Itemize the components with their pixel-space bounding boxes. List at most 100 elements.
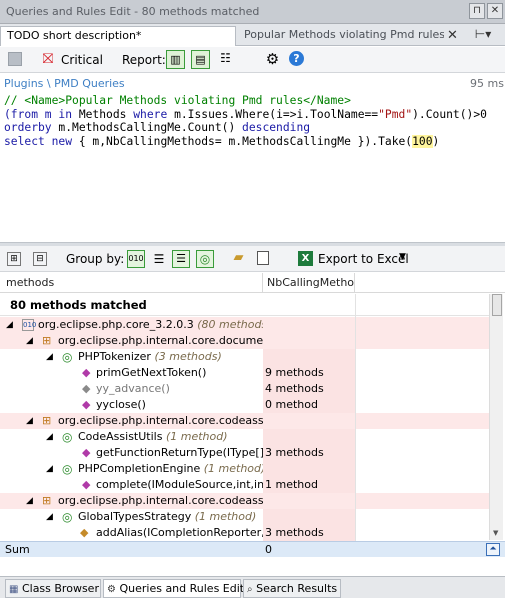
scrollbar-thumb[interactable] (492, 294, 502, 316)
column-header-methods[interactable]: methods (0, 273, 263, 293)
expanded-arrow-icon[interactable]: ◢ (26, 336, 33, 346)
group-by-method-icon[interactable]: ◎ (196, 250, 214, 268)
row-label: CodeAssistUtils (78, 430, 163, 443)
code-line-3: orderby m.MethodsCallingMe.Count() desce… (4, 121, 311, 134)
method-icon: ◆ (82, 366, 91, 379)
tree-row-namespace[interactable]: ◢ ⊞ org.eclipse.php.internal.core.docume… (0, 333, 490, 349)
pin-icon[interactable]: ⊓ (469, 3, 485, 19)
chevron-down-icon[interactable]: ▼ (399, 252, 406, 262)
group-by-type-icon[interactable]: ☰ (172, 250, 190, 268)
method-icon: ◆ (82, 398, 91, 411)
tree-row-type[interactable]: ◢ ◎ CodeAssistUtils (1 method) (0, 429, 490, 445)
class-icon: ◎ (62, 430, 73, 444)
bottom-tab-bar: ▦ Class Browser ⚙ Queries and Rules Edit… (0, 576, 505, 598)
expanded-arrow-icon[interactable]: ◢ (26, 416, 33, 426)
row-meta: (3 methods) (154, 350, 222, 363)
assembly-icon: 010 (22, 319, 37, 331)
tab-todo[interactable]: TODO short description* (0, 26, 236, 46)
document-icon[interactable] (257, 251, 269, 265)
tab-strip: TODO short description* Popular Methods … (0, 24, 505, 46)
expanded-arrow-icon[interactable]: ◢ (46, 432, 53, 442)
column-header-nbcallingmethods[interactable]: NbCallingMethods (263, 273, 355, 293)
row-label: GlobalTypesStrategy (78, 510, 192, 523)
breadcrumb: Plugins \ PMD Queries 95 ms (0, 74, 505, 92)
critical-rule-icon[interactable]: ⛝ (41, 51, 55, 67)
row-label: org.eclipse.php.internal.core.documentMo (58, 334, 263, 347)
tree-row-type[interactable]: ◢ ◎ PHPTokenizer (3 methods) (0, 349, 490, 365)
vertical-scrollbar[interactable]: ▲ ▼ (489, 294, 503, 540)
excel-icon[interactable]: X (298, 251, 313, 266)
export-to-excel-button[interactable]: Export to Excel (318, 252, 409, 266)
row-value: 4 methods (265, 382, 324, 395)
group-by-namespace-icon[interactable]: ☰ (151, 250, 167, 268)
row-label: yy_advance() (96, 382, 170, 395)
group-by-assembly-icon[interactable]: 010 (127, 250, 145, 268)
tree-row-method[interactable]: ◆ yy_advance() 4 methods (0, 381, 490, 397)
row-label: PHPCompletionEngine (78, 462, 201, 475)
save-icon[interactable] (8, 52, 22, 66)
row-meta: (1 method) (165, 430, 228, 443)
results-tree[interactable]: ◢ 010 org.eclipse.php.core_3.2.0.3 (80 m… (0, 317, 490, 541)
row-label: org.eclipse.php.internal.core.codeassist (58, 414, 263, 427)
sum-label: Sum (5, 543, 30, 556)
expanded-arrow-icon[interactable]: ◢ (46, 464, 53, 474)
class-icon: ◎ (62, 350, 73, 364)
namespace-icon: ⊞ (42, 414, 52, 427)
method-icon: ◆ (82, 446, 91, 459)
help-icon[interactable]: ? (289, 51, 304, 66)
tab-class-browser[interactable]: ▦ Class Browser (5, 579, 101, 598)
expanded-arrow-icon[interactable]: ◢ (6, 320, 13, 330)
tree-row-assembly[interactable]: ◢ 010 org.eclipse.php.core_3.2.0.3 (80 m… (0, 317, 490, 333)
folder-icon[interactable]: ▰ (231, 251, 246, 265)
collapse-sum-icon[interactable]: ⏶ (486, 543, 500, 556)
report-document-icon[interactable]: ▤ (191, 50, 210, 69)
tab-label: Popular Methods violating Pmd rules (244, 28, 444, 41)
close-tab-icon[interactable]: ✕ (447, 28, 458, 43)
expanded-arrow-icon[interactable]: ◢ (26, 496, 33, 506)
report-list-icon[interactable]: ☷ (216, 50, 235, 69)
method-icon: ◆ (82, 478, 91, 491)
row-value: 1 method (265, 478, 318, 491)
row-label: getFunctionReturnType(IType[],St (96, 446, 263, 459)
query-toolbar: ⛝ Critical Report: ▥ ▤ ☷ ⚙ ? (0, 47, 505, 73)
tab-search-results[interactable]: ⌕ Search Results (243, 579, 341, 598)
row-label: PHPTokenizer (78, 350, 151, 363)
tree-row-method[interactable]: ◆ primGetNextToken() 9 methods (0, 365, 490, 381)
row-meta: (1 method) (194, 510, 257, 523)
sum-row: Sum 0 ⏶ (0, 541, 505, 557)
matched-count: 80 methods matched (0, 294, 490, 316)
breadcrumb-path[interactable]: Plugins \ PMD Queries (4, 77, 125, 90)
report-chart-icon[interactable]: ▥ (166, 50, 185, 69)
tab-label: Queries and Rules Edit (119, 582, 245, 595)
tree-row-method[interactable]: ◆ addAlias(ICompletionReporter,Str 3 met… (0, 525, 490, 541)
scroll-down-icon[interactable]: ▼ (493, 529, 498, 537)
results-grid-header: methods NbCallingMethods (0, 273, 505, 293)
row-value: 3 methods (265, 446, 324, 459)
tree-row-method[interactable]: ◆ getFunctionReturnType(IType[],St 3 met… (0, 445, 490, 461)
tree-row-method[interactable]: ◆ complete(IModuleSource,int,int,bc 1 me… (0, 477, 490, 493)
close-window-icon[interactable]: ✕ (487, 3, 503, 19)
column-divider (355, 294, 356, 541)
tree-row-type[interactable]: ◢ ◎ GlobalTypesStrategy (1 method) (0, 509, 490, 525)
tree-row-type[interactable]: ◢ ◎ PHPCompletionEngine (1 method) (0, 461, 490, 477)
row-value: 3 methods (265, 526, 324, 539)
expanded-arrow-icon[interactable]: ◢ (46, 352, 53, 362)
gear-icon[interactable]: ⚙ (264, 50, 281, 68)
query-elapsed-time: 95 ms (470, 77, 504, 90)
collapse-all-icon[interactable]: ⊟ (33, 252, 47, 266)
tree-row-namespace[interactable]: ◢ ⊞ org.eclipse.php.internal.core.codeas… (0, 493, 490, 509)
critical-label[interactable]: Critical (61, 53, 103, 67)
tab-popular-methods[interactable]: Popular Methods violating Pmd rules (238, 26, 444, 46)
query-editor[interactable]: // <Name>Popular Methods violating Pmd r… (0, 92, 505, 242)
tab-label: Search Results (256, 582, 338, 595)
code-line-4: select new { m,NbCallingMethods= m.Metho… (4, 134, 440, 148)
private-method-icon: ◆ (82, 382, 91, 395)
row-label: org.eclipse.php.core_3.2.0.3 (38, 318, 194, 331)
expand-all-icon[interactable]: ⊞ (7, 252, 21, 266)
tab-queries-and-rules-edit[interactable]: ⚙ Queries and Rules Edit (103, 579, 245, 598)
tree-row-namespace[interactable]: ◢ ⊞ org.eclipse.php.internal.core.codeas… (0, 413, 490, 429)
tree-row-method[interactable]: ◆ yyclose() 0 method (0, 397, 490, 413)
tab-label: TODO short description* (7, 29, 142, 42)
new-tab-dropdown-icon[interactable]: ⊢▾ (470, 27, 496, 43)
expanded-arrow-icon[interactable]: ◢ (46, 512, 53, 522)
